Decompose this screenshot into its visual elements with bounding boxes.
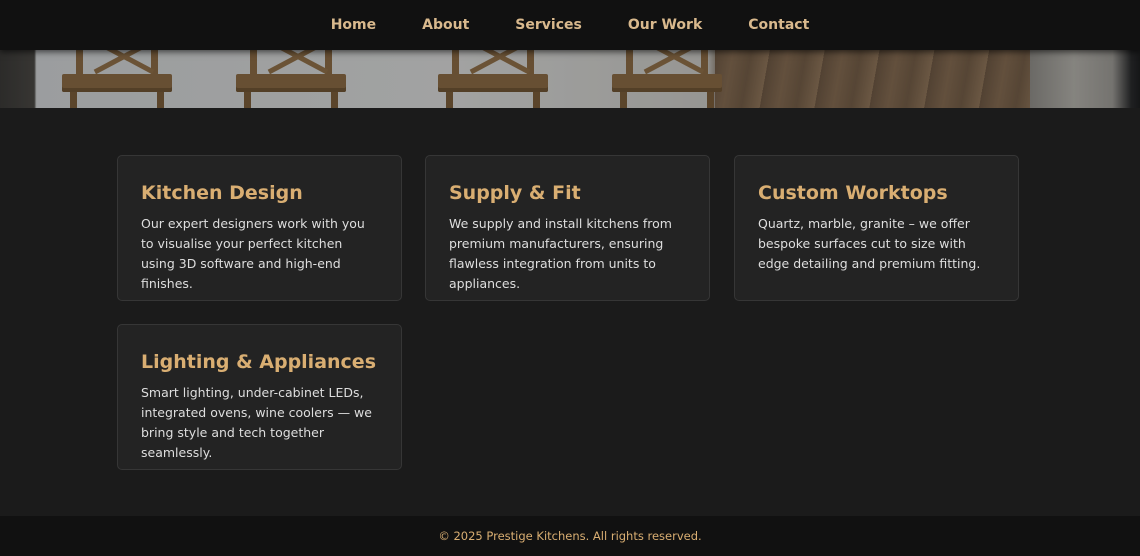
nav-our-work[interactable]: Our Work (628, 17, 702, 33)
service-card-lighting-appliances: Lighting & Appliances Smart lighting, un… (117, 324, 402, 470)
site-footer: © 2025 Prestige Kitchens. All rights res… (0, 516, 1140, 556)
service-card-description: Smart lighting, under-cabinet LEDs, inte… (141, 385, 372, 460)
service-card-description: Quartz, marble, granite – we offer bespo… (758, 216, 981, 271)
nav-about[interactable]: About (422, 17, 469, 33)
footer-copyright: © 2025 Prestige Kitchens. All rights res… (438, 529, 702, 543)
service-card-custom-worktops: Custom Worktops Quartz, marble, granite … (734, 155, 1019, 301)
service-card-supply-fit: Supply & Fit We supply and install kitch… (425, 155, 710, 301)
service-card-title: Lighting & Appliances (141, 351, 377, 373)
service-card-description: Our expert designers work with you to vi… (141, 216, 365, 291)
page: Home About Services Our Work Contact Kit… (0, 0, 1140, 556)
main-nav: Home About Services Our Work Contact (0, 0, 1140, 50)
service-card-title: Supply & Fit (449, 182, 581, 204)
service-card-kitchen-design: Kitchen Design Our expert designers work… (117, 155, 402, 301)
nav-contact[interactable]: Contact (748, 17, 809, 33)
service-card-title: Custom Worktops (758, 182, 948, 204)
service-card-description: We supply and install kitchens from prem… (449, 216, 672, 291)
service-card-title: Kitchen Design (141, 182, 303, 204)
nav-services[interactable]: Services (515, 17, 582, 33)
nav-home[interactable]: Home (331, 17, 376, 33)
